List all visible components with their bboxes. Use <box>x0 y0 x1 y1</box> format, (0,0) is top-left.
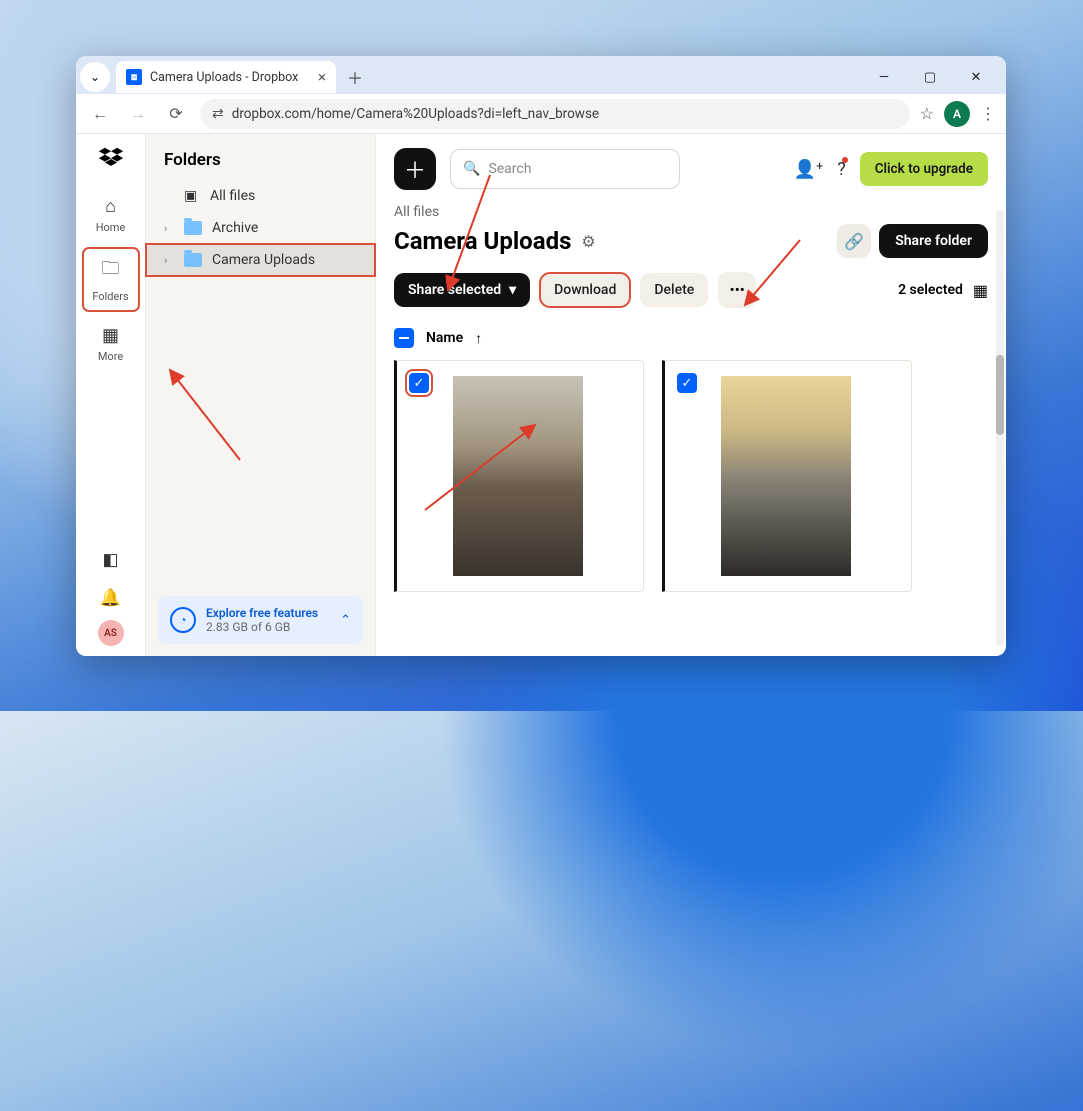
url-input[interactable]: ⇄ dropbox.com/home/Camera%20Uploads?di=l… <box>200 99 910 129</box>
folder-label: Camera Uploads <box>212 252 315 268</box>
action-row: Share selected ▾ Download Delete ••• 2 s… <box>394 272 988 308</box>
chevron-up-icon[interactable]: ⌃ <box>340 613 351 628</box>
rail-folders-label: Folders <box>92 290 128 303</box>
rail-home-label: Home <box>96 221 126 234</box>
chrome-profile-avatar[interactable]: A <box>944 101 970 127</box>
rail-user-avatar[interactable]: AS <box>98 620 124 646</box>
more-actions-button[interactable]: ••• <box>718 272 756 308</box>
new-tab-button[interactable]: ＋ <box>342 64 368 90</box>
promo-title: Explore free features <box>206 606 318 620</box>
view-toggle-icon[interactable]: ▦ <box>973 281 988 300</box>
rail-theme-toggle[interactable]: ◧ <box>83 544 139 576</box>
chevron-down-icon: ▾ <box>509 282 516 298</box>
folder-row-archive[interactable]: › Archive <box>146 212 375 244</box>
chevron-right-icon[interactable]: › <box>164 254 174 267</box>
reload-button[interactable]: ⟳ <box>162 100 190 128</box>
minimize-button[interactable]: — <box>866 63 902 91</box>
address-bar: ← → ⟳ ⇄ dropbox.com/home/Camera%20Upload… <box>76 94 1006 134</box>
folder-settings-icon[interactable]: ⚙ <box>581 232 595 251</box>
chrome-menu-icon[interactable]: ⋮ <box>980 104 996 123</box>
site-settings-icon[interactable]: ⇄ <box>212 106 224 122</box>
rail-more-label: More <box>98 350 123 363</box>
home-icon: ⌂ <box>105 196 116 217</box>
promo-storage: 2.83 GB of 6 GB <box>206 620 318 634</box>
main-pane: ＋ 🔍 Search 👤⁺ ? Click to upgrade All fil… <box>376 134 1006 656</box>
column-name[interactable]: Name <box>426 330 463 346</box>
storage-gauge-icon: ◔ <box>170 607 196 633</box>
top-bar: ＋ 🔍 Search 👤⁺ ? Click to upgrade <box>376 134 1006 200</box>
page-title: Camera Uploads <box>394 227 571 255</box>
close-tab-icon[interactable]: × <box>318 68 326 86</box>
rail-more[interactable]: ▦ More <box>83 317 139 371</box>
tab-strip: ⌄ ⧈ Camera Uploads - Dropbox × ＋ — ▢ ✕ <box>76 56 1006 94</box>
tab-search-button[interactable]: ⌄ <box>80 62 110 92</box>
file-grid: ✓ ✓ <box>394 360 988 592</box>
back-button[interactable]: ← <box>86 100 114 128</box>
folder-column: Folders ▣ All files › Archive › Camera U… <box>146 134 376 656</box>
forward-button: → <box>124 100 152 128</box>
list-header: Name ↑ <box>394 328 988 348</box>
all-files-row[interactable]: ▣ All files <box>146 180 375 212</box>
folder-icon <box>184 253 202 267</box>
delete-button[interactable]: Delete <box>640 273 708 307</box>
help-icon[interactable]: ? <box>837 159 846 180</box>
rail-folders[interactable]: 🗀 Folders <box>83 248 139 311</box>
search-input[interactable]: 🔍 Search <box>450 149 680 189</box>
download-button[interactable]: Download <box>540 273 630 307</box>
tab-active[interactable]: ⧈ Camera Uploads - Dropbox × <box>116 61 336 93</box>
apps-grid-icon: ▦ <box>102 325 119 346</box>
chevron-right-icon[interactable]: › <box>164 222 174 235</box>
url-text: dropbox.com/home/Camera%20Uploads?di=lef… <box>232 106 599 122</box>
close-window-button[interactable]: ✕ <box>958 63 994 91</box>
content-area: All files Camera Uploads ⚙ 🔗 Share folde… <box>376 200 1006 656</box>
scrollbar-track[interactable] <box>996 210 1004 646</box>
upgrade-button[interactable]: Click to upgrade <box>860 152 988 186</box>
folders-icon: 🗀 <box>102 256 120 286</box>
folder-row-camera-uploads[interactable]: › Camera Uploads <box>146 244 375 276</box>
file-card[interactable]: ✓ <box>662 360 912 592</box>
search-icon: 🔍 <box>463 161 480 177</box>
create-button[interactable]: ＋ <box>394 148 436 190</box>
file-thumbnail <box>721 376 851 576</box>
share-folder-button[interactable]: Share folder <box>879 224 988 258</box>
copy-link-button[interactable]: 🔗 <box>837 224 871 258</box>
all-files-label: All files <box>210 188 255 204</box>
dropbox-favicon: ⧈ <box>126 69 142 85</box>
browser-window: ⌄ ⧈ Camera Uploads - Dropbox × ＋ — ▢ ✕ ←… <box>76 56 1006 656</box>
scrollbar-thumb[interactable] <box>996 355 1004 435</box>
dropbox-logo-icon[interactable] <box>98 146 124 172</box>
file-checkbox[interactable]: ✓ <box>677 373 697 393</box>
file-card[interactable]: ✓ <box>394 360 644 592</box>
folder-icon <box>184 221 202 235</box>
breadcrumb[interactable]: All files <box>394 204 988 220</box>
search-placeholder: Search <box>488 161 531 177</box>
maximize-button[interactable]: ▢ <box>912 63 948 91</box>
rail-home[interactable]: ⌂ Home <box>83 188 139 242</box>
file-checkbox[interactable]: ✓ <box>409 373 429 393</box>
share-selected-button[interactable]: Share selected ▾ <box>394 273 530 307</box>
selection-count: 2 selected <box>898 282 963 298</box>
folder-label: Archive <box>212 220 258 236</box>
left-rail: ⌂ Home 🗀 Folders ▦ More ◧ 🔔 AS <box>76 134 146 656</box>
select-all-checkbox[interactable] <box>394 328 414 348</box>
storage-promo[interactable]: ◔ Explore free features 2.83 GB of 6 GB … <box>158 596 363 644</box>
all-files-icon: ▣ <box>184 188 200 204</box>
rail-notifications[interactable]: 🔔 <box>83 582 139 614</box>
tab-title: Camera Uploads - Dropbox <box>150 70 298 85</box>
folder-column-title: Folders <box>146 134 375 180</box>
bookmark-icon[interactable]: ☆ <box>920 104 934 123</box>
file-thumbnail <box>453 376 583 576</box>
invite-icon[interactable]: 👤⁺ <box>794 159 824 180</box>
sort-ascending-icon[interactable]: ↑ <box>475 330 482 347</box>
